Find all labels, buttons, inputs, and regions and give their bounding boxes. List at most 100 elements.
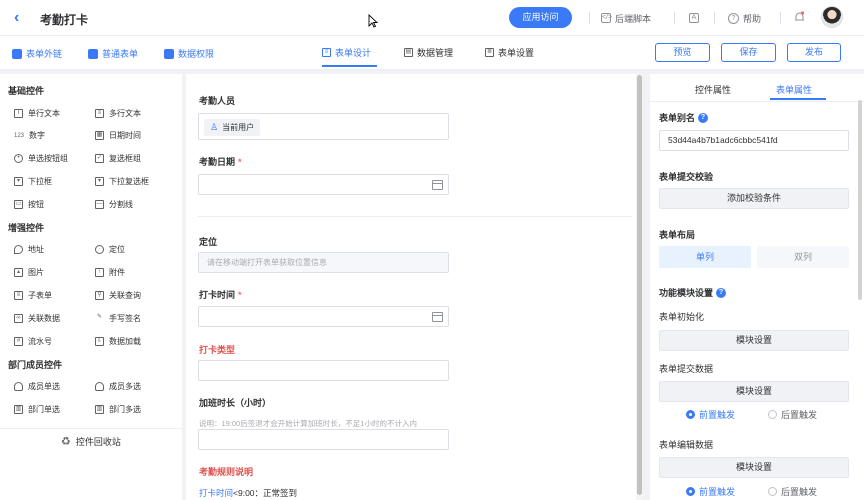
field-label-location: 定位 <box>199 237 218 247</box>
preview-button[interactable]: 预览 <box>655 43 710 62</box>
submit-module-settings-button[interactable]: 模块设置 <box>659 381 849 402</box>
overtime-input[interactable] <box>198 429 449 450</box>
clock-type-input[interactable] <box>198 360 449 381</box>
control-datetime[interactable]: ▦ 日期时间 <box>95 130 141 141</box>
after-trigger-label: 后置触发 <box>781 487 818 497</box>
before-trigger-label: 前置触发 <box>699 487 736 497</box>
help-button[interactable]: ? 帮助 <box>728 11 761 25</box>
control-address[interactable]: 地址 <box>14 244 44 255</box>
data-permission-link[interactable]: 数据权限 <box>164 47 214 60</box>
save-button[interactable]: 保存 <box>721 43 776 62</box>
tab-form-design[interactable]: ≡ 表单设计 <box>322 46 371 59</box>
control-attachment[interactable]: ↑ 附件 <box>95 267 125 278</box>
divider <box>674 12 675 24</box>
control-link-query[interactable]: ⚲ 关联查询 <box>95 290 141 301</box>
normal-form-link[interactable]: 普通表单 <box>88 47 138 60</box>
control-label: 数字 <box>29 131 46 140</box>
control-locate[interactable]: · 定位 <box>95 244 125 255</box>
module-settings-label: 功能模块设置 <box>659 288 714 298</box>
layout-single-column[interactable]: 单列 <box>659 246 751 268</box>
after-trigger-label: 后置触发 <box>781 410 818 420</box>
tab-form-properties[interactable]: 表单属性 <box>776 83 812 96</box>
control-signature[interactable]: ✎ 手写签名 <box>95 313 141 324</box>
app-visit-button[interactable]: 应用访问 <box>509 7 572 28</box>
tab-data-management[interactable]: ▤ 数据管理 <box>404 46 453 59</box>
edit-after-trigger-radio[interactable]: 后置触发 <box>768 485 817 498</box>
control-label: 分割线 <box>109 200 133 209</box>
submit-before-trigger-radio[interactable]: 前置触发 <box>686 408 735 421</box>
submit-after-trigger-radio[interactable]: 后置触发 <box>768 408 817 421</box>
data-load-icon: ⇩ <box>95 337 104 346</box>
init-module-settings-button[interactable]: 模块设置 <box>659 330 849 351</box>
upload-icon: ↑ <box>95 268 104 277</box>
dropdown-icon: ▾ <box>14 177 23 186</box>
field-label-date: 考勤日期 * <box>199 155 242 168</box>
calendar-icon[interactable] <box>432 180 443 190</box>
add-validation-button[interactable]: 添加校验条件 <box>659 188 849 209</box>
pen-icon: ✎ <box>96 314 103 320</box>
top-bar: ‹ 考勤打卡 应用访问 </> 后端脚本 A ? 帮助 <box>0 0 864 36</box>
radio-selected-icon <box>686 410 695 419</box>
control-number[interactable]: 123 数字 <box>14 130 45 141</box>
canvas-scrollbar-thumb[interactable] <box>637 75 642 495</box>
control-dropdown-multi[interactable]: ▾ 下拉复选框 <box>95 176 149 187</box>
control-divider[interactable]: — 分割线 <box>95 199 133 210</box>
control-dept-single[interactable]: ▥ 部门单选 <box>14 404 60 415</box>
basic-controls-title: 基础控件 <box>8 86 45 96</box>
help-question-icon[interactable]: ? <box>716 287 727 298</box>
control-button[interactable]: ▭ 按钮 <box>14 199 44 210</box>
clock-time-input[interactable] <box>198 306 449 327</box>
avatar[interactable] <box>821 6 843 28</box>
control-member-single[interactable]: 成员单选 <box>14 381 60 392</box>
link-data-icon: ∞ <box>14 314 23 323</box>
current-user-label: 当前用户 <box>222 123 255 132</box>
attendee-field[interactable]: ♙ 当前用户 <box>198 113 449 140</box>
account-button[interactable]: A <box>689 11 699 25</box>
control-label: 流水号 <box>28 337 52 346</box>
calendar-icon[interactable] <box>432 312 443 322</box>
control-dropdown[interactable]: ▾ 下拉框 <box>14 176 52 187</box>
backend-script-button[interactable]: </> 后端脚本 <box>601 11 651 25</box>
control-member-multi[interactable]: 成员多选 <box>95 381 141 392</box>
submit-data-title: 表单提交数据 <box>659 364 714 374</box>
number-icon: 123 <box>14 132 25 139</box>
form-alias-input[interactable]: 53d44a4b7b1adc6cbbc541fd <box>659 130 849 151</box>
active-tab-indicator <box>770 98 826 100</box>
control-dept-multi[interactable]: ▥ 部门多选 <box>95 404 141 415</box>
properties-scrollbar[interactable] <box>858 100 862 300</box>
tab-control-properties[interactable]: 控件属性 <box>695 83 731 96</box>
help-question-icon[interactable]: ? <box>698 112 709 123</box>
checkbox-icon: ✓ <box>95 154 104 163</box>
control-label: 地址 <box>28 245 44 254</box>
control-radio-group[interactable]: • 单选按钮组 <box>14 153 68 164</box>
back-arrow-icon[interactable]: ‹ <box>14 9 28 27</box>
tab-form-settings[interactable]: ≣ 表单设置 <box>485 46 534 59</box>
layout-double-column[interactable]: 双列 <box>757 246 849 268</box>
control-data-load[interactable]: ⇩ 数据加载 <box>95 336 141 347</box>
module-settings-title: 功能模块设置? <box>659 286 727 299</box>
user-icon: ♙ <box>210 122 219 132</box>
bell-icon[interactable] <box>794 11 805 23</box>
control-image[interactable]: ▴ 图片 <box>14 267 44 278</box>
control-multi-line-text[interactable]: ≡ 多行文本 <box>95 108 141 119</box>
calendar-icon: ▦ <box>95 131 104 140</box>
form-icon <box>88 48 98 59</box>
divider <box>780 12 781 24</box>
tab-form-settings-label: 表单设置 <box>498 48 535 58</box>
edit-module-settings-button[interactable]: 模块设置 <box>659 457 849 478</box>
control-checkbox-group[interactable]: ✓ 复选框组 <box>95 153 141 164</box>
control-single-line-text[interactable]: T 单行文本 <box>14 108 60 119</box>
edit-before-trigger-radio[interactable]: 前置触发 <box>686 485 735 498</box>
attendance-date-input[interactable] <box>198 174 449 195</box>
share-icon <box>12 48 22 59</box>
publish-button[interactable]: 发布 <box>787 43 841 62</box>
control-serial-number[interactable]: # 流水号 <box>14 336 52 347</box>
control-link-data[interactable]: ∞ 关联数据 <box>14 313 60 324</box>
radio-empty-icon <box>768 487 777 496</box>
control-recycle-bin-button[interactable]: ♻ 控件回收站 <box>0 428 182 454</box>
radio-empty-icon <box>768 410 777 419</box>
control-label: 下拉复选框 <box>109 177 149 186</box>
control-subform[interactable]: ≡ 子表单 <box>14 290 52 301</box>
design-icon: ≡ <box>322 48 331 57</box>
form-external-link[interactable]: 表单外链 <box>12 47 62 60</box>
